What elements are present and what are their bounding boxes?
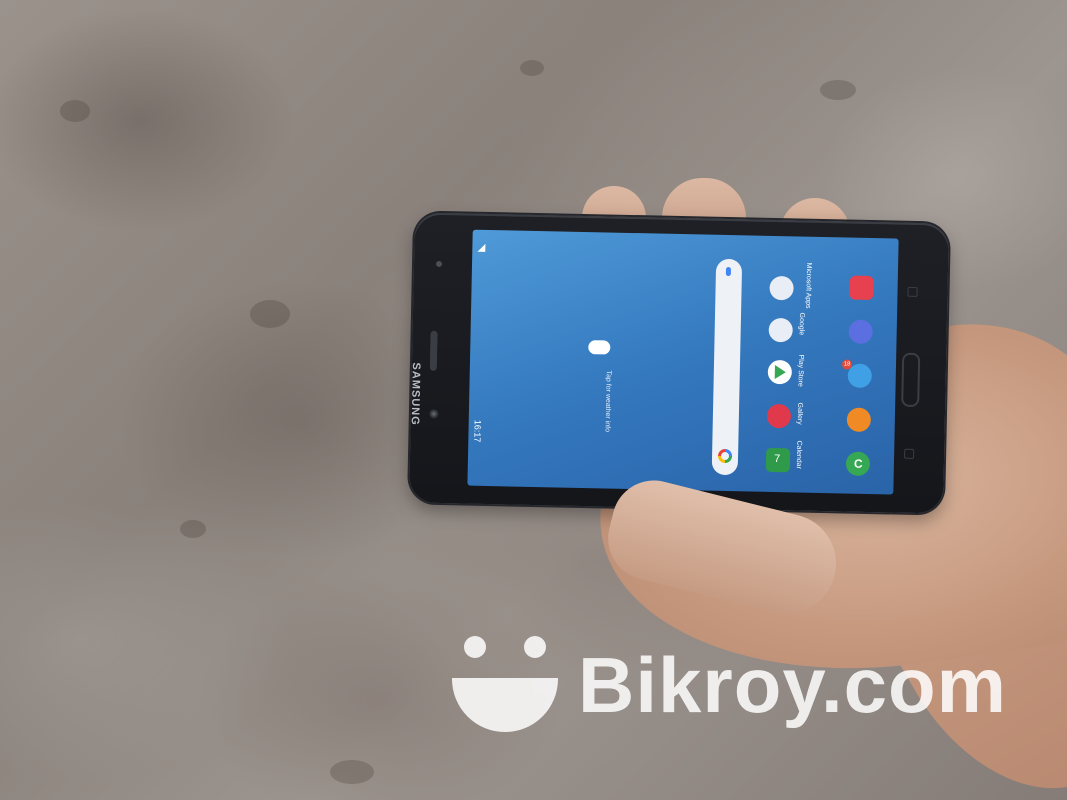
contacts-icon[interactable] [846,407,872,433]
background-stain [250,300,290,328]
watermark-text: Bikroy.com [578,641,1008,729]
app-label-gallery: Gallery [795,402,804,425]
play-store-icon[interactable] [767,359,793,385]
smartphone: SAMSUNG 16:17 Tap for weather info Micro… [408,212,949,514]
app-label-microsoft-apps: Microsoft Apps [804,262,813,309]
signal-icon [477,243,486,252]
background-stain [330,760,374,784]
cloud-icon [588,340,611,355]
app-label-google: Google [797,312,806,336]
home-button[interactable] [901,352,921,408]
gallery-icon[interactable] [766,403,792,429]
home-screen[interactable]: 16:17 Tap for weather info Microsoft App… [467,229,899,495]
internet-icon[interactable] [848,319,873,345]
earpiece-speaker [429,330,438,371]
app-label-calendar: Calendar [794,440,803,470]
google-folder-icon[interactable] [768,317,793,343]
calendar-day: 7 [773,453,781,466]
recent-apps-key[interactable] [907,286,918,297]
google-g-icon [717,448,733,464]
proximity-sensor [435,260,443,268]
microsoft-apps-folder-icon[interactable] [769,275,794,301]
status-time: 16:17 [472,419,483,443]
front-camera [428,408,439,419]
watermark-eye [464,636,486,658]
mic-icon[interactable] [725,266,732,277]
weather-widget[interactable]: Tap for weather info [587,340,629,433]
camera-app-icon[interactable] [849,275,874,301]
dialer-glyph: C [853,456,863,471]
background-stain [820,80,856,100]
background-stain [60,100,90,122]
background-stain [520,60,544,76]
app-label-play-store: Play Store [796,354,805,387]
phone-dialer-icon[interactable]: C [845,451,871,477]
watermark-eye [524,636,546,658]
weather-prompt: Tap for weather info [603,370,612,433]
status-bar: 16:17 [469,230,488,486]
watermark-logo-icon [452,636,562,736]
back-key[interactable] [904,448,915,459]
calendar-icon[interactable]: 7 [765,447,791,473]
background-stain [180,520,206,538]
brand-logo: SAMSUNG [408,362,422,426]
watermark-mouth [452,678,558,732]
google-search-bar[interactable] [711,258,743,476]
play-triangle-icon [774,365,786,380]
